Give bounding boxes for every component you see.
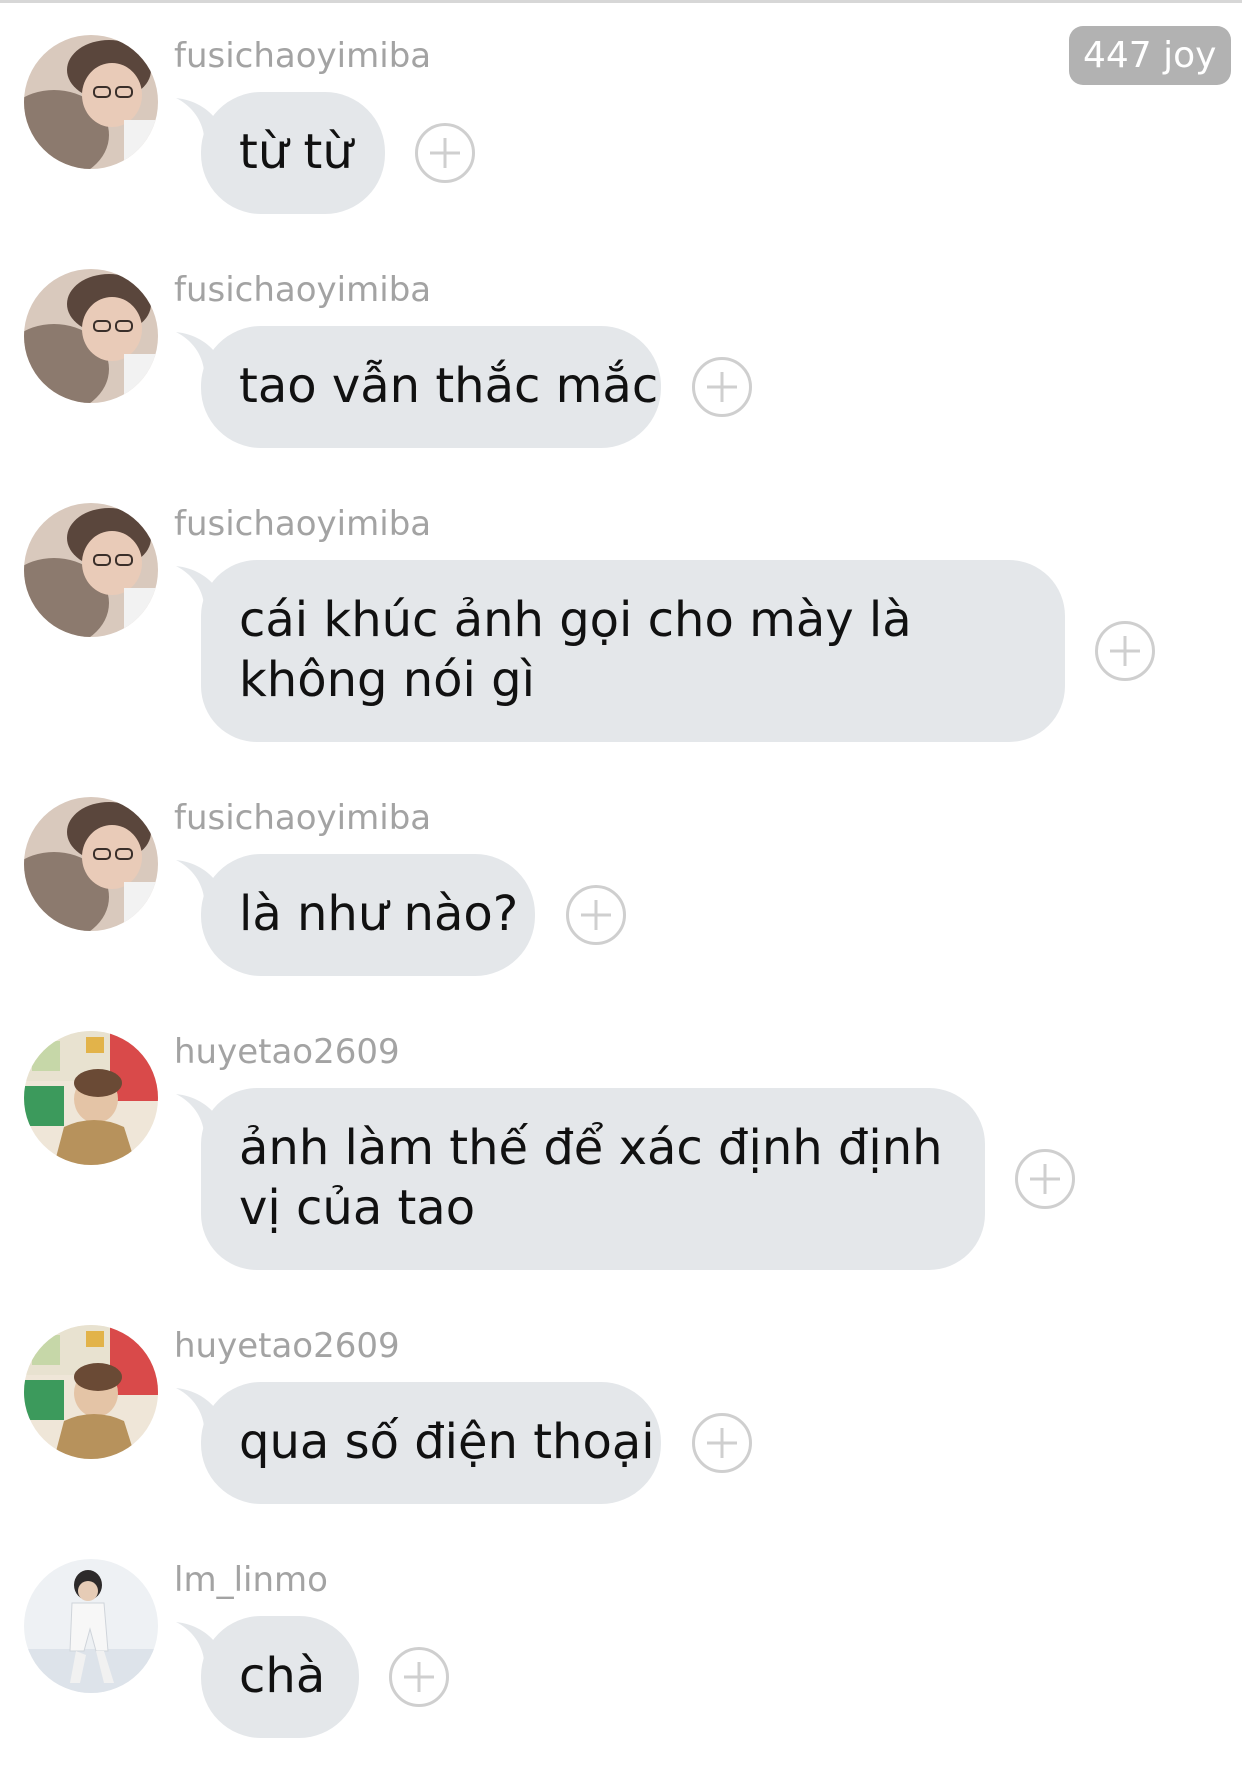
avatar[interactable]: [24, 1559, 158, 1693]
message-bubble[interactable]: tao vẫn thắc mắc: [201, 326, 661, 448]
plus-circle-icon[interactable]: [1095, 621, 1155, 681]
message-bubble[interactable]: là như nào?: [201, 854, 535, 976]
username[interactable]: fusichaoyimiba: [174, 270, 431, 310]
avatar[interactable]: [24, 269, 158, 403]
avatar[interactable]: [24, 797, 158, 931]
plus-circle-icon[interactable]: [692, 1413, 752, 1473]
message-bubble[interactable]: ảnh làm thế để xác định định vị của tao: [201, 1088, 985, 1270]
joy-badge: 447 joy: [1069, 26, 1231, 85]
username[interactable]: lm_linmo: [174, 1560, 328, 1600]
message-bubble[interactable]: chà: [201, 1616, 359, 1738]
avatar[interactable]: [24, 503, 158, 637]
message-bubble[interactable]: qua số điện thoại: [201, 1382, 661, 1504]
avatar[interactable]: [24, 35, 158, 169]
username[interactable]: fusichaoyimiba: [174, 504, 431, 544]
avatar[interactable]: [24, 1325, 158, 1459]
avatar[interactable]: [24, 1031, 158, 1165]
plus-circle-icon[interactable]: [415, 123, 475, 183]
top-border: [0, 0, 1242, 3]
message-bubble[interactable]: từ từ: [201, 92, 385, 214]
plus-circle-icon[interactable]: [566, 885, 626, 945]
username[interactable]: fusichaoyimiba: [174, 36, 431, 76]
plus-circle-icon[interactable]: [692, 357, 752, 417]
plus-circle-icon[interactable]: [1015, 1149, 1075, 1209]
message-bubble[interactable]: cái khúc ảnh gọi cho mày là không nói gì: [201, 560, 1065, 742]
username[interactable]: fusichaoyimiba: [174, 798, 431, 838]
username[interactable]: huyetao2609: [174, 1032, 400, 1072]
plus-circle-icon[interactable]: [389, 1647, 449, 1707]
username[interactable]: huyetao2609: [174, 1326, 400, 1366]
